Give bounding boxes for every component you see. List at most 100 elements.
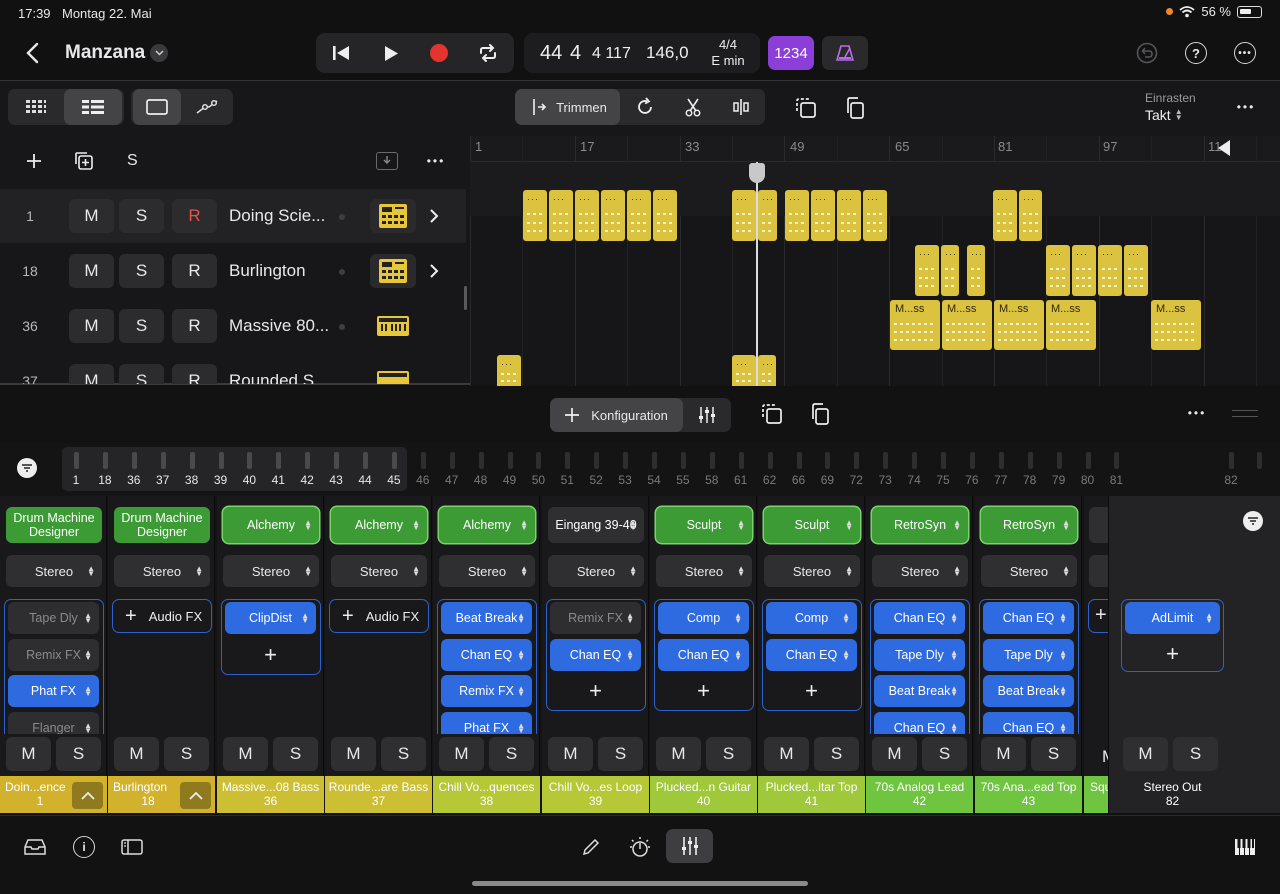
- channel-strip[interactable]: Drum Machine Designer Stereo ▲ ▼ Tape Dly ▲ ▼ R…: [0, 496, 107, 813]
- navigator-channel-number[interactable]: 37: [151, 473, 175, 487]
- audio-fx-slot[interactable]: Chan EQ ▲ ▼: [874, 602, 965, 634]
- output-slot[interactable]: Stereo ▲ ▼: [439, 555, 535, 587]
- mute-button[interactable]: M: [69, 309, 114, 343]
- channel-label[interactable]: Stereo Out 82: [1109, 776, 1236, 813]
- region[interactable]: ···: [575, 190, 599, 241]
- solo-button[interactable]: S: [1173, 737, 1218, 771]
- record-enable-button[interactable]: R: [172, 254, 217, 288]
- paste-button[interactable]: [838, 93, 872, 123]
- region[interactable]: ···: [601, 190, 625, 241]
- region[interactable]: ···: [1072, 245, 1096, 296]
- mute-button[interactable]: M: [764, 737, 809, 771]
- channel-strip[interactable]: Alchemy ▲ ▼ Stereo ▲ ▼ Beat Break ▲ ▼ Chan EQ ▲ ▼ Re…: [433, 496, 540, 813]
- record-enable-button[interactable]: R: [172, 309, 217, 343]
- channel-strip[interactable]: Sculpt ▲ ▼ Stereo ▲ ▼ Comp ▲ ▼ Chan EQ ▲ ▼ + M S Plucke…: [758, 496, 865, 813]
- audio-fx-slot[interactable]: Comp ▲ ▼: [766, 602, 857, 634]
- navigator-channel-number[interactable]: 38: [180, 473, 204, 487]
- channel-label[interactable]: Chill Vo...quences 38: [433, 776, 540, 813]
- region[interactable]: ···: [758, 355, 776, 386]
- navigator-channel-number[interactable]: 51: [555, 473, 579, 487]
- track-icon-button[interactable]: [370, 199, 416, 233]
- channel-strip[interactable]: Drum Machine Designer Stereo ▲ ▼ + Audio FX M S…: [108, 496, 215, 813]
- region[interactable]: ···: [549, 190, 573, 241]
- expand-channel-button[interactable]: [180, 782, 211, 809]
- instrument-slot[interactable]: [1089, 507, 1108, 543]
- solo-button[interactable]: S: [119, 254, 164, 288]
- region[interactable]: ···: [497, 355, 521, 386]
- audio-fx-slot[interactable]: Flanger ▲ ▼: [8, 711, 99, 734]
- solo-button[interactable]: S: [706, 737, 751, 771]
- smart-controls-button[interactable]: [626, 834, 654, 860]
- output-slot[interactable]: Stereo ▲ ▼: [114, 555, 210, 587]
- more-button[interactable]: •••: [1232, 40, 1258, 66]
- instrument-slot[interactable]: Sculpt ▲ ▼: [656, 507, 752, 543]
- global-solo-button[interactable]: S: [127, 152, 138, 170]
- tracks-more-button[interactable]: •••: [1232, 95, 1260, 119]
- solo-button[interactable]: S: [598, 737, 643, 771]
- navigator-channel-number[interactable]: 1: [64, 473, 88, 487]
- record-button[interactable]: [424, 39, 454, 67]
- mixer-copy-button[interactable]: [756, 399, 788, 429]
- info-button[interactable]: i: [72, 835, 96, 859]
- navigator-channel-number[interactable]: 80: [1076, 473, 1100, 487]
- channel-label[interactable]: Squ: [1084, 776, 1108, 813]
- output-slot[interactable]: [1089, 555, 1108, 587]
- mute-button[interactable]: M: [69, 364, 114, 384]
- channel-strip[interactable]: RetroSyn ▲ ▼ Stereo ▲ ▼ Chan EQ ▲ ▼ Tape Dly ▲ ▼ Bea…: [975, 496, 1082, 813]
- navigator-channel-number[interactable]: 42: [295, 473, 319, 487]
- back-button[interactable]: [18, 39, 46, 67]
- channel-label[interactable]: Rounde...are Bass 37: [325, 776, 432, 813]
- audio-fx-slot[interactable]: Remix FX ▲ ▼: [8, 638, 99, 671]
- region[interactable]: M...ss: [994, 300, 1044, 350]
- audio-fx-slot[interactable]: Phat FX ▲ ▼: [8, 675, 99, 707]
- audio-fx-slot[interactable]: Tape Dly ▲ ▼: [874, 638, 965, 671]
- navigator-channel-number[interactable]: 66: [787, 473, 811, 487]
- region[interactable]: ···: [967, 245, 985, 296]
- navigator-channel-number[interactable]: 78: [1018, 473, 1042, 487]
- audio-fx-slot[interactable]: Tape Dly ▲ ▼: [983, 638, 1074, 671]
- mute-button[interactable]: M: [69, 199, 114, 233]
- mixer-settings-button[interactable]: [685, 398, 729, 432]
- mute-button[interactable]: M: [114, 737, 159, 771]
- navigator-channel-number[interactable]: 75: [931, 473, 955, 487]
- audio-fx-slot[interactable]: Comp ▲ ▼: [658, 602, 749, 634]
- region[interactable]: ···: [758, 190, 777, 241]
- add-fx-button[interactable]: +: [1125, 638, 1220, 670]
- expand-track-button[interactable]: [421, 203, 447, 229]
- audio-fx-slot[interactable]: Chan EQ ▲ ▼: [766, 638, 857, 671]
- navigator-channel-number[interactable]: 53: [613, 473, 637, 487]
- region[interactable]: ···: [811, 190, 835, 241]
- solo-button[interactable]: S: [814, 737, 859, 771]
- resize-handle[interactable]: [1232, 410, 1258, 417]
- metronome-button[interactable]: [822, 36, 868, 70]
- channel-label[interactable]: Massive...08 Bass 36: [217, 776, 324, 813]
- expand-channel-button[interactable]: [72, 782, 103, 809]
- navigator-channel-number[interactable]: 58: [700, 473, 724, 487]
- solo-button[interactable]: S: [922, 737, 967, 771]
- cycle-button[interactable]: [473, 39, 503, 67]
- navigator-channel-number[interactable]: 74: [902, 473, 926, 487]
- sidebar-button[interactable]: [119, 835, 145, 859]
- count-in-button[interactable]: 1234: [768, 36, 814, 70]
- solo-button[interactable]: S: [164, 737, 209, 771]
- channel-label[interactable]: Doin...ence 1: [0, 776, 107, 813]
- keyboard-button[interactable]: [1232, 836, 1258, 858]
- browser-button[interactable]: [22, 836, 48, 858]
- navigator-channel-number[interactable]: 61: [729, 473, 753, 487]
- help-button[interactable]: ?: [1183, 40, 1209, 66]
- instrument-slot[interactable]: RetroSyn ▲ ▼: [981, 507, 1077, 543]
- mixer-button[interactable]: [666, 829, 713, 863]
- navigator-channel-number[interactable]: 62: [758, 473, 782, 487]
- region[interactable]: ···: [732, 190, 756, 241]
- navigator-channel-number[interactable]: 45: [382, 473, 406, 487]
- live-loops-view-button[interactable]: [10, 89, 62, 125]
- undo-button[interactable]: [1134, 40, 1160, 66]
- timeline[interactable]: 1 17 33 49 65 81 97 11 ··· ··· ··· ··· ··· ··…: [470, 136, 1280, 386]
- solo-button[interactable]: S: [56, 737, 101, 771]
- mute-button[interactable]: M: [656, 737, 701, 771]
- splitter-handle[interactable]: [464, 286, 467, 310]
- split-tool-button[interactable]: [670, 89, 716, 125]
- automation-button[interactable]: [183, 89, 231, 125]
- navigator-channel-number[interactable]: 73: [873, 473, 897, 487]
- audio-fx-slot[interactable]: Phat FX ▲ ▼: [441, 711, 532, 734]
